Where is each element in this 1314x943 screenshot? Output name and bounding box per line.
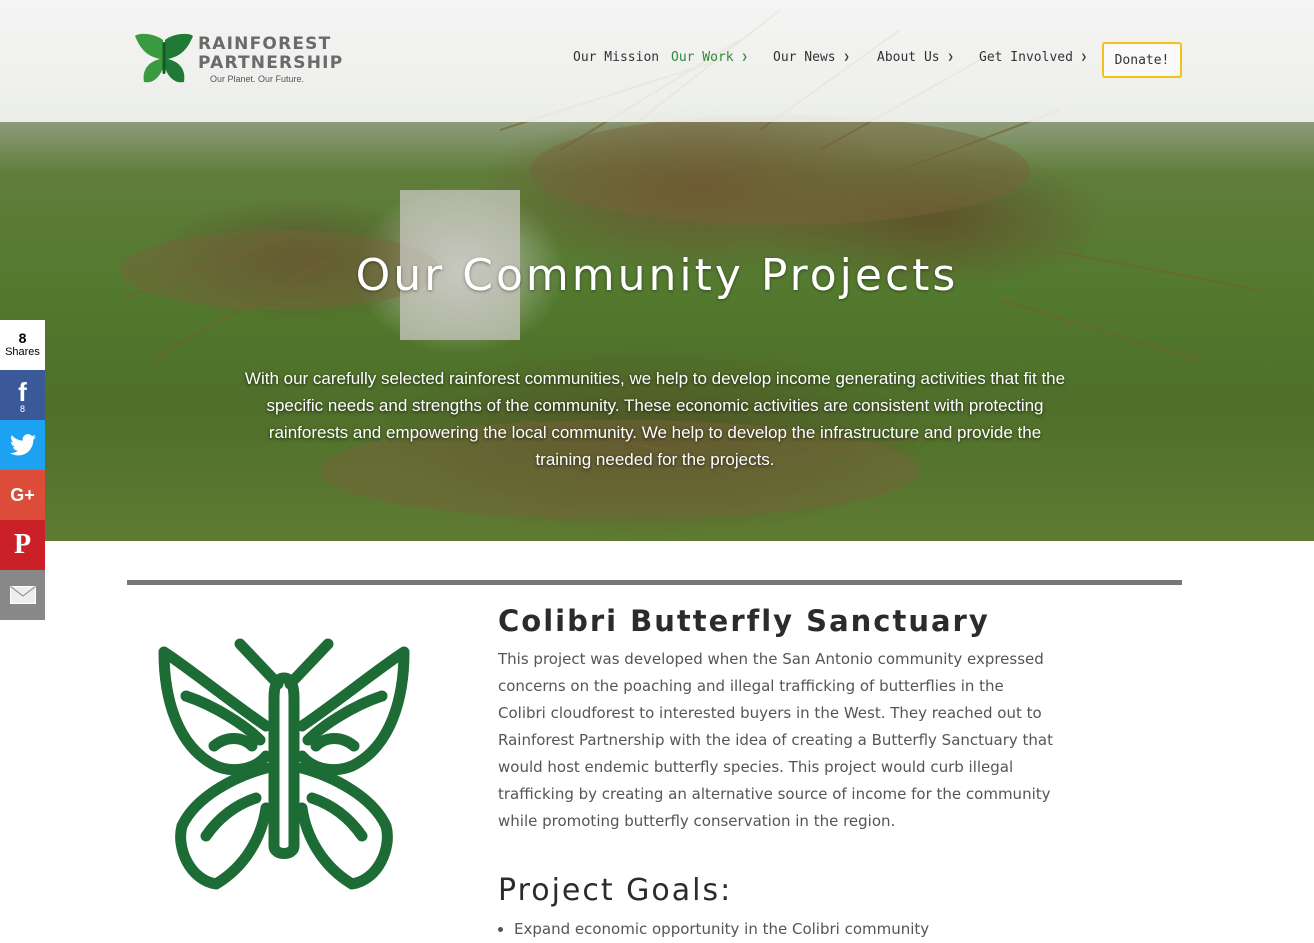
pinterest-icon: P	[13, 529, 32, 560]
email-icon	[9, 586, 36, 604]
share-count-label: Shares	[5, 346, 40, 358]
social-share-bar: 8 Shares f 8 G+ P	[0, 320, 45, 620]
nav-item-our-news[interactable]: Our News ❯	[773, 50, 850, 65]
nav-item-get-involved[interactable]: Get Involved ❯	[979, 50, 1087, 65]
goals-heading: Project Goals:	[498, 873, 733, 908]
butterfly-logo-icon	[135, 33, 193, 83]
facebook-share-button[interactable]: f 8	[0, 370, 45, 420]
goals-list: Expand economic opportunity in the Colib…	[498, 916, 929, 943]
chevron-down-icon: ❯	[947, 52, 954, 63]
logo-wordmark-line1: RAINFOREST	[198, 34, 332, 54]
list-item: Expand economic opportunity in the Colib…	[514, 916, 929, 943]
pinterest-share-button[interactable]: P	[0, 520, 45, 570]
nav-item-label: Get Involved	[979, 50, 1073, 65]
twitter-icon	[9, 434, 36, 456]
logo-wordmark-line2: PARTNERSHIP	[198, 53, 344, 73]
site-logo[interactable]: RAINFOREST PARTNERSHIP Our Planet. Our F…	[132, 32, 342, 88]
facebook-icon: f	[18, 377, 27, 407]
google-plus-share-button[interactable]: G+	[0, 470, 45, 520]
twitter-share-button[interactable]	[0, 420, 45, 470]
facebook-share-count: 8	[19, 404, 25, 414]
butterfly-icon	[158, 638, 410, 890]
project-description: This project was developed when the San …	[498, 650, 1053, 830]
section-divider	[127, 580, 1182, 585]
chevron-down-icon: ❯	[741, 52, 748, 63]
chevron-down-icon: ❯	[1080, 52, 1087, 63]
chevron-down-icon: ❯	[843, 52, 850, 63]
email-share-button[interactable]	[0, 570, 45, 620]
nav-item-label: Our Work	[671, 50, 734, 65]
site-header: RAINFOREST PARTNERSHIP Our Planet. Our F…	[0, 0, 1314, 122]
donate-button[interactable]: Donate!	[1102, 42, 1182, 78]
nav-item-our-work[interactable]: Our Work ❯	[671, 50, 748, 65]
nav-item-our-mission[interactable]: Our Mission	[573, 50, 659, 65]
share-count-box: 8 Shares	[0, 320, 45, 370]
project-title: Colibri Butterfly Sanctuary	[498, 604, 990, 638]
google-plus-icon: G+	[10, 484, 35, 505]
page-title: Our Community Projects	[355, 250, 959, 301]
nav-item-about-us[interactable]: About Us ❯	[877, 50, 954, 65]
nav-item-label: Our News	[773, 50, 836, 65]
logo-tagline: Our Planet. Our Future.	[210, 74, 305, 84]
nav-item-label: About Us	[877, 50, 940, 65]
share-count: 8	[18, 330, 27, 346]
nav-item-label: Our Mission	[573, 50, 660, 65]
hero-intro-text: With our carefully selected rainforest c…	[244, 369, 1066, 469]
